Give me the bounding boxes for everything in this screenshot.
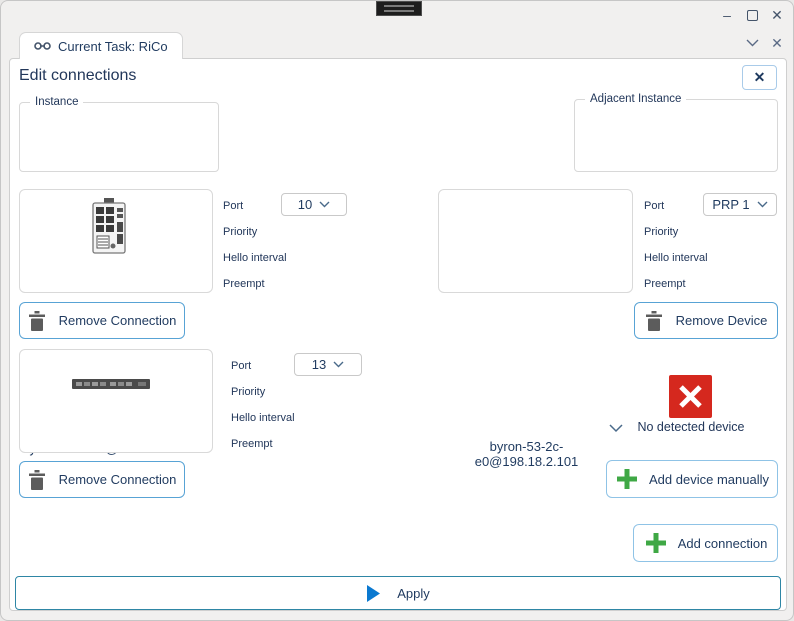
port-value: PRP 1 [712, 197, 750, 212]
device-selector-redfox[interactable]: redfox-6e-34-60@198.18.2.87 [19, 349, 213, 453]
maximize-button[interactable] [744, 7, 760, 23]
rackmount-device-image [72, 379, 150, 389]
port-value: 13 [311, 357, 327, 372]
remove-device-button[interactable]: Remove Device [634, 302, 778, 339]
port-label: Port [223, 200, 244, 212]
hello-interval-label: Hello interval [223, 252, 287, 264]
window-close-button[interactable]: ✕ [769, 7, 785, 23]
remove-connection-button[interactable]: Remove Connection [19, 302, 185, 339]
port-label: Port [644, 200, 665, 212]
close-icon: ✕ [771, 6, 783, 23]
trash-icon [28, 469, 45, 490]
instance-legend: Instance [35, 96, 79, 108]
tab-current-task[interactable]: Current Task: RiCo [19, 32, 183, 59]
chevron-down-icon [319, 201, 330, 208]
tab-title: Current Task: RiCo [58, 38, 168, 54]
link-icon [34, 42, 51, 50]
chevron-down-icon [757, 201, 768, 208]
remove-connection-button[interactable]: Remove Connection [19, 461, 185, 498]
preempt-label: Preempt [231, 438, 273, 450]
adjacent-instance-legend: Adjacent Instance [590, 93, 682, 105]
port-select[interactable]: 13 [294, 353, 362, 376]
trash-icon [28, 310, 45, 331]
add-device-manually-button[interactable]: Add device manually [606, 460, 778, 498]
x-icon [679, 385, 702, 408]
device-name: byron-53-2c-e0@198.18.2.101 [474, 439, 579, 469]
app-window: – ✕ Current Task: RiCo ✕ Edit connection… [0, 0, 794, 621]
priority-label: Priority [223, 226, 258, 238]
maximize-icon [746, 9, 758, 21]
dialog-close-button[interactable]: ✕ [742, 65, 777, 90]
preempt-label: Preempt [223, 278, 265, 290]
trash-icon [645, 310, 662, 331]
minimize-icon: – [723, 7, 731, 23]
device-selector-lynx[interactable]: lynx-1c-d2-a0@198.18.2.88 [19, 189, 213, 456]
priority-label: Priority [644, 226, 679, 238]
hello-interval-label: Hello interval [231, 412, 295, 424]
minimize-button[interactable]: – [719, 7, 735, 23]
window-drag-handle[interactable] [376, 1, 422, 16]
close-icon: ✕ [753, 69, 766, 85]
button-label: Add connection [677, 535, 768, 551]
device-selector-byron[interactable]: byron-53-2c-e0@198.18.2.101 [438, 189, 633, 469]
window-controls: – ✕ [719, 7, 785, 24]
instance-group: Instance [19, 96, 219, 172]
hello-interval-label: Hello interval [644, 252, 708, 264]
add-connection-button[interactable]: Add connection [633, 524, 778, 562]
preempt-label: Preempt [644, 278, 686, 290]
page-title: Edit connections [19, 67, 137, 84]
chevron-down-icon[interactable] [746, 39, 759, 47]
plus-icon [645, 533, 666, 553]
button-label: Remove Device [675, 313, 768, 328]
button-label: Apply [397, 585, 430, 601]
play-icon [367, 584, 381, 602]
button-label: Add device manually [649, 471, 769, 487]
close-icon: ✕ [771, 34, 783, 51]
priority-label: Priority [231, 386, 266, 398]
port-select[interactable]: PRP 1 [703, 193, 777, 216]
port-label: Port [231, 360, 252, 372]
tabbar-actions: ✕ [746, 35, 785, 51]
error-icon [669, 375, 712, 418]
apply-button[interactable]: Apply [15, 576, 781, 610]
no-device-text: No detected device [637, 420, 745, 434]
chevron-down-icon [333, 361, 344, 368]
switch-device-image [92, 198, 126, 254]
adjacent-instance-group: Adjacent Instance [574, 93, 778, 172]
plus-icon [617, 469, 638, 489]
button-label: Remove Connection [58, 313, 177, 328]
tab-close-button[interactable]: ✕ [769, 35, 785, 51]
button-label: Remove Connection [58, 472, 177, 487]
port-value: 10 [297, 197, 313, 212]
port-select[interactable]: 10 [281, 193, 347, 216]
